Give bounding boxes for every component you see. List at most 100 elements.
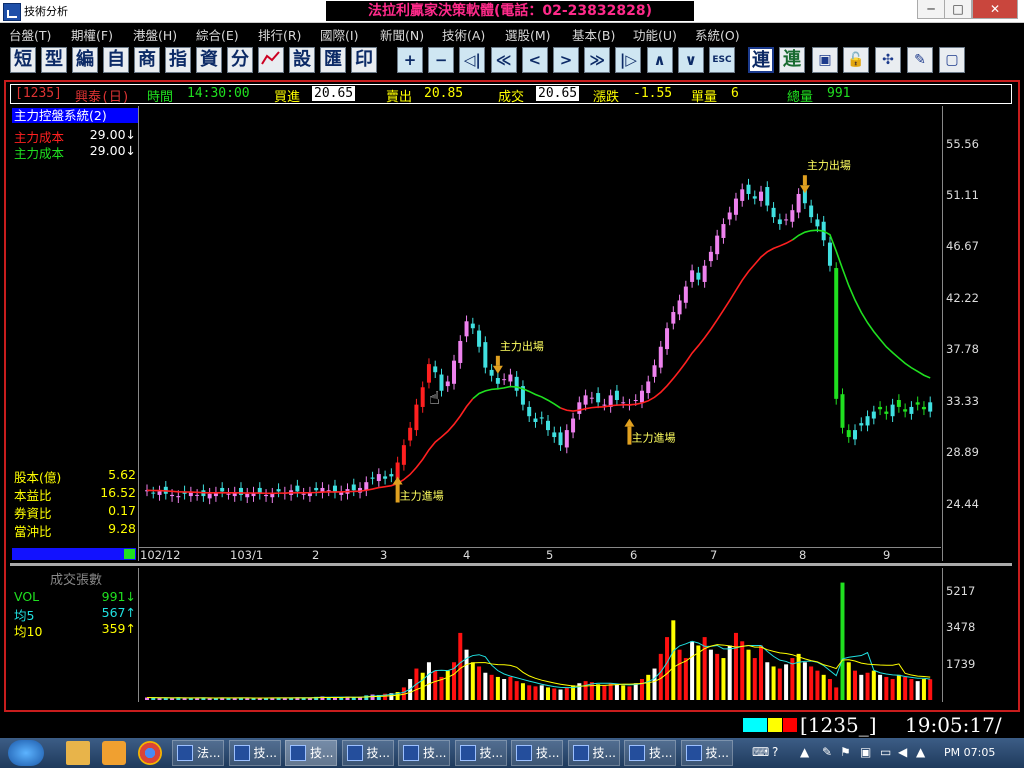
window-icon[interactable]: ▣ — [812, 47, 838, 73]
lock-icon[interactable]: 🔓 — [843, 47, 869, 73]
volume-bar — [527, 685, 532, 700]
chart-icon[interactable] — [258, 47, 284, 73]
taskbar-window-button[interactable]: 技... — [398, 740, 450, 766]
volume-bar — [546, 687, 550, 700]
network-icon[interactable]: ▣ — [860, 745, 871, 759]
menu-item[interactable]: 港盤(H) — [133, 25, 177, 44]
candle-body — [414, 404, 419, 431]
nav-button[interactable]: ≪ — [490, 47, 517, 73]
nav-button[interactable]: > — [553, 47, 579, 73]
menu-item[interactable]: 排行(R) — [258, 25, 301, 44]
tool-button[interactable]: 短 — [10, 47, 36, 73]
nav-button[interactable]: ∨ — [677, 47, 704, 73]
volume-bar — [339, 697, 344, 700]
tool-button[interactable]: 印 — [351, 47, 377, 73]
flag-icon[interactable]: ⚑ — [840, 745, 851, 759]
keyboard-icon[interactable]: ⌨ — [752, 745, 769, 759]
candle-body — [677, 300, 682, 315]
start-button[interactable] — [8, 740, 44, 766]
link-button-active[interactable]: 連 — [748, 47, 774, 73]
menu-item[interactable]: 技術(A) — [442, 25, 485, 44]
scroll-thumb[interactable] — [124, 549, 135, 559]
tool-button[interactable]: 指 — [165, 47, 191, 73]
candle-body — [771, 207, 776, 218]
volume-bar — [558, 689, 563, 700]
taskbar-window-button[interactable]: 技... — [511, 740, 563, 766]
volume-bar — [815, 670, 820, 700]
tool-button[interactable]: 編 — [72, 47, 98, 73]
taskbar-window-button[interactable]: 技... — [228, 740, 281, 766]
nav-button[interactable]: < — [521, 47, 548, 73]
volume-bar — [602, 685, 607, 700]
minimize-button[interactable]: ─ — [917, 0, 945, 19]
menu-item[interactable]: 台盤(T) — [9, 25, 51, 44]
menu-item[interactable]: 選股(M) — [505, 25, 551, 44]
tray-expand-icon[interactable]: ▲ — [800, 745, 809, 759]
fundamental-label: 本益比 — [14, 488, 52, 503]
nav-button[interactable]: |▷ — [615, 47, 642, 73]
nav-button[interactable]: ESC — [709, 47, 735, 73]
menu-item[interactable]: 國際(I) — [320, 25, 358, 44]
taskbar-window-button[interactable]: 技... — [624, 740, 676, 766]
candle-body — [890, 404, 895, 417]
fundamental-label: 股本(億) — [14, 470, 62, 485]
taskbar-window-button[interactable]: 技... — [285, 740, 337, 766]
nav-button[interactable]: ≫ — [584, 47, 611, 73]
candlestick-chart[interactable]: 主力進場 主力出場主力進場 主力出場 ☝ — [139, 106, 941, 547]
time-value: 14:30:00 — [187, 86, 250, 101]
scroll-progress-bar[interactable] — [12, 548, 136, 560]
monitor-icon[interactable]: ▭ — [880, 745, 891, 759]
tray-clock[interactable]: PM 07:05 — [944, 746, 995, 759]
volume-legend-value: 991↓ — [101, 589, 136, 604]
fundamental-row: 券資比 0.17 — [14, 503, 136, 522]
tool-button[interactable]: 型 — [41, 47, 67, 73]
volume-icon[interactable]: ◀ — [898, 745, 907, 759]
stock-code-input[interactable]: [1235_] — [800, 714, 895, 736]
link-button[interactable]: 連 — [779, 47, 805, 73]
taskbar-window-button[interactable]: 技... — [567, 740, 620, 766]
maximize-button[interactable]: □ — [944, 0, 972, 19]
edit-icon[interactable]: ✎ — [907, 47, 933, 73]
nav-button[interactable]: − — [428, 47, 455, 73]
nav-button[interactable]: ∧ — [646, 47, 673, 73]
clipboard-icon[interactable]: ✎ — [822, 745, 832, 759]
fundamental-label: 券資比 — [14, 506, 52, 521]
menu-item[interactable]: 系統(O) — [695, 25, 740, 44]
tool-button[interactable]: 商 — [134, 47, 160, 73]
menu-item[interactable]: 基本(B) — [572, 25, 615, 44]
nav-button[interactable]: + — [397, 47, 423, 73]
candle-body — [533, 418, 538, 422]
volume-bar — [759, 645, 764, 700]
menu-item[interactable]: 綜合(E) — [196, 25, 239, 44]
panel-divider[interactable] — [10, 563, 1012, 566]
volume-bar — [928, 679, 933, 700]
volume-bar — [840, 582, 845, 700]
volume-chart[interactable] — [139, 568, 941, 702]
tool-button[interactable]: 分 — [227, 47, 253, 73]
drive-icon[interactable]: ▲ — [916, 745, 925, 759]
folder-icon[interactable] — [66, 741, 90, 765]
tool-button[interactable]: 設 — [289, 47, 315, 73]
indicator-title[interactable]: 主力控盤系統(2) — [12, 108, 138, 123]
candle-body — [452, 360, 457, 384]
media-player-icon[interactable] — [102, 741, 126, 765]
taskbar-window-button[interactable]: 法... — [172, 740, 224, 766]
taskbar-window-button[interactable]: 技... — [680, 740, 733, 766]
close-button[interactable]: ✕ — [972, 0, 1018, 19]
fan-icon[interactable]: ✣ — [875, 47, 901, 73]
candle-body — [909, 406, 914, 414]
menu-item[interactable]: 期權(F) — [71, 25, 113, 44]
menu-item[interactable]: 新聞(N) — [380, 25, 424, 44]
tool-button[interactable]: 資 — [196, 47, 222, 73]
window-frame-icon[interactable]: ▢ — [939, 47, 965, 73]
tool-button[interactable]: 自 — [103, 47, 129, 73]
tool-button[interactable]: 匯 — [320, 47, 346, 73]
nav-button[interactable]: ◁| — [459, 47, 486, 73]
chrome-icon[interactable] — [138, 741, 162, 765]
volume-bar — [896, 674, 901, 700]
help-icon[interactable]: ? — [772, 745, 778, 759]
taskbar-window-button[interactable]: 技... — [454, 740, 507, 766]
deal-value: 20.65 — [536, 86, 580, 101]
menu-item[interactable]: 功能(U) — [633, 25, 677, 44]
taskbar-window-button[interactable]: 技... — [341, 740, 394, 766]
